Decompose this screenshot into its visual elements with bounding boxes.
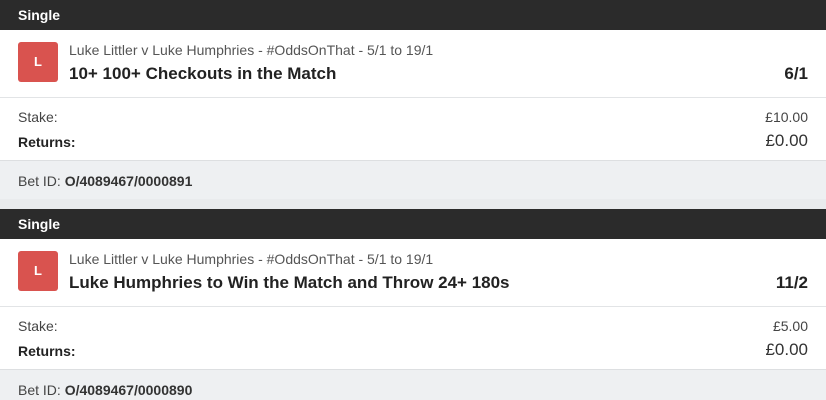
- bet-id-label: Bet ID:: [18, 382, 61, 398]
- selection-row[interactable]: L Luke Littler v Luke Humphries - #OddsO…: [0, 239, 826, 307]
- returns-value: £0.00: [765, 340, 808, 359]
- bet-id-row: Bet ID: O/4089467/0000890: [0, 369, 826, 400]
- bet-type-header: Single: [0, 0, 826, 30]
- market-name: 10+ 100+ Checkouts in the Match: [69, 64, 337, 83]
- event-name: Luke Littler v Luke Humphries - #OddsOnT…: [69, 251, 434, 267]
- odds-value: 11/2: [775, 273, 808, 292]
- bet-summary: Stake: £5.00 Returns: £0.00: [0, 307, 826, 369]
- bet-id-value: O/4089467/0000891: [64, 173, 193, 189]
- bet-card: Single L Luke Littler v Luke Humphries -…: [0, 209, 826, 400]
- stake-label: Stake:: [18, 109, 58, 125]
- stake-value: £5.00: [772, 318, 808, 334]
- market-name: Luke Humphries to Win the Match and Thro…: [69, 273, 510, 292]
- bet-id-row: Bet ID: O/4089467/0000891: [0, 160, 826, 199]
- bet-id-value: O/4089467/0000890: [64, 382, 193, 398]
- returns-label: Returns:: [18, 134, 76, 150]
- stake-value: £10.00: [765, 109, 808, 125]
- bet-summary: Stake: £10.00 Returns: £0.00: [0, 98, 826, 160]
- bet-card: Single L Luke Littler v Luke Humphries -…: [0, 0, 826, 199]
- returns-label: Returns:: [18, 343, 76, 359]
- selection-row[interactable]: L Luke Littler v Luke Humphries - #OddsO…: [0, 30, 826, 98]
- bet-type-header: Single: [0, 209, 826, 239]
- sport-badge-icon: L: [18, 42, 58, 82]
- sport-badge-icon: L: [18, 251, 58, 291]
- returns-value: £0.00: [765, 131, 808, 150]
- stake-label: Stake:: [18, 318, 58, 334]
- odds-value: 6/1: [784, 64, 808, 83]
- bet-id-label: Bet ID:: [18, 173, 61, 189]
- event-name: Luke Littler v Luke Humphries - #OddsOnT…: [69, 42, 434, 58]
